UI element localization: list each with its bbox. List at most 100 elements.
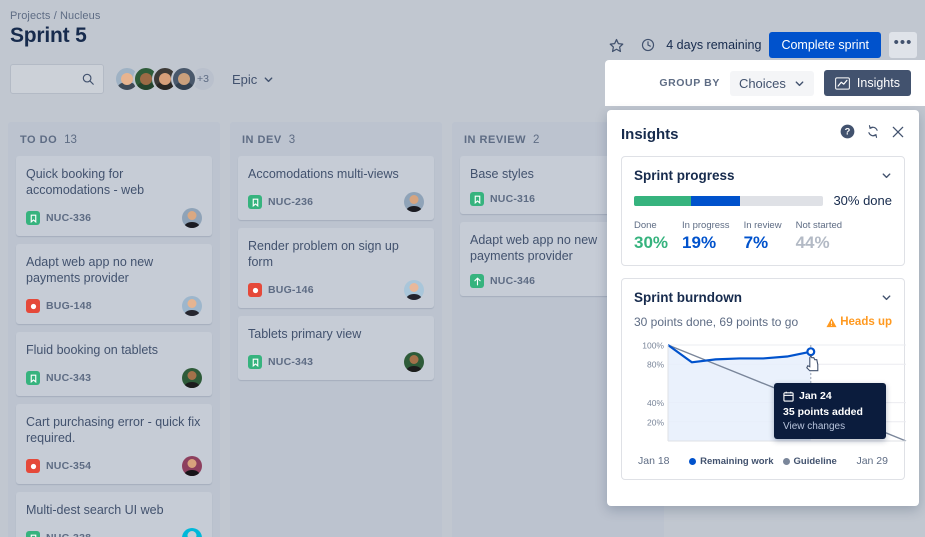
issue-key[interactable]: NUC-316 [490,193,535,205]
chevron-down-icon[interactable] [881,292,892,303]
sprint-burndown-title: Sprint burndown [634,290,742,305]
chevron-down-icon [794,78,805,89]
card-avatar[interactable] [404,280,424,300]
progress-segment-in-progress [691,196,740,206]
card-footer: BUG-148 [26,296,202,316]
sprint-progress-header[interactable]: Sprint progress [634,168,892,183]
card-avatar[interactable] [404,352,424,372]
column-count: 13 [64,134,77,146]
stat-label: In progress [682,220,730,231]
chart-tooltip: Jan 24 35 points added View changes [774,383,886,439]
issue-key[interactable]: BUG-146 [268,284,314,296]
issue-key[interactable]: NUC-354 [46,460,91,472]
issue-key[interactable]: NUC-346 [490,275,535,287]
issue-key[interactable]: NUC-336 [46,212,91,224]
search-icon [81,72,95,86]
epic-filter-label: Epic [232,72,257,87]
sprint-burndown-header[interactable]: Sprint burndown [634,290,892,305]
board-card[interactable]: Multi-dest search UI web NUC-338 [16,492,212,537]
avatar[interactable] [171,66,197,92]
group-by-label: GROUP BY [659,77,720,89]
card-title: Fluid booking on tablets [26,342,202,358]
board-card[interactable]: Quick booking for accomodations - web NUC… [16,156,212,236]
close-icon[interactable] [891,125,905,144]
burndown-chart[interactable]: 100%80%40%20% Jan 24 35 points added Vie… [634,335,892,453]
insights-button-label: Insights [857,76,900,90]
more-actions-button[interactable]: ••• [889,32,917,58]
x-axis-start-label: Jan 18 [638,455,670,467]
card-footer: NUC-336 [26,208,202,228]
tooltip-view-changes-link[interactable]: View changes [783,421,877,432]
insights-panel-actions: ? [840,124,905,144]
card-meta: BUG-148 [26,299,92,313]
assignee-avatar-group[interactable]: +3 [114,66,216,92]
board-card[interactable]: Fluid booking on tablets NUC-343 [16,332,212,396]
card-avatar[interactable] [404,192,424,212]
card-meta: NUC-336 [26,211,91,225]
card-title: Quick booking for accomodations - web [26,166,202,198]
breadcrumb[interactable]: Projects / Nucleus [10,10,100,22]
sprint-board-app: Projects / Nucleus Sprint 5 4 days remai… [0,0,925,537]
card-footer: NUC-338 [26,528,202,537]
stat-label: Not started [796,220,842,231]
board-card[interactable]: Render problem on sign up form BUG-146 [238,228,434,308]
refresh-icon[interactable] [866,124,880,144]
issue-type-story-icon [248,195,262,209]
card-meta: NUC-338 [26,531,91,537]
legend-dot [783,458,790,465]
sprint-progress-card: Sprint progress 30% done Done30%In progr… [621,156,905,266]
stat-value: 30% [634,233,668,253]
issue-key[interactable]: BUG-148 [46,300,92,312]
complete-sprint-button[interactable]: Complete sprint [769,32,881,58]
board-card[interactable]: Accomodations multi-views NUC-236 [238,156,434,220]
board-toolbar: +3 Epic [10,64,280,94]
board-card[interactable]: Adapt web app no new payments provider BU… [16,244,212,324]
chevron-down-icon [263,74,274,85]
progress-summary-label: 30% done [833,193,892,208]
stat-not-started: Not started44% [796,220,842,253]
group-by-value: Choices [739,76,786,91]
card-title: Render problem on sign up form [248,238,424,270]
chevron-down-icon[interactable] [881,170,892,181]
card-title: Adapt web app no new payments provider [26,254,202,286]
card-avatar[interactable] [182,456,202,476]
card-avatar[interactable] [182,296,202,316]
board-card[interactable]: Tablets primary viewNUC-343 [238,316,434,380]
issue-key[interactable]: NUC-338 [46,532,91,537]
search-input[interactable] [10,64,104,94]
card-title: Cart purchasing error - quick fix requir… [26,414,202,446]
issue-type-story-icon [470,192,484,206]
x-axis-end-label: Jan 29 [856,455,888,467]
chart-footer: Jan 18 Remaining workGuideline Jan 29 [634,455,892,467]
header-actions: 4 days remaining Complete sprint ••• [604,32,917,58]
board-card[interactable]: Cart purchasing error - quick fix requir… [16,404,212,484]
issue-key[interactable]: NUC-343 [268,356,313,368]
insights-toggle-button[interactable]: Insights [824,70,911,96]
burndown-points-summary: 30 points done, 69 points to go [634,315,798,329]
card-avatar[interactable] [182,208,202,228]
help-circle-icon[interactable]: ? [840,124,855,144]
card-avatar[interactable] [182,528,202,537]
insights-panel-header: Insights ? [621,124,905,144]
group-by-dropdown[interactable]: Choices [730,71,814,96]
issue-type-bug-icon [26,299,40,313]
issue-type-improvement-icon [470,274,484,288]
heads-up-warning[interactable]: Heads up [826,316,892,328]
card-title: Accomodations multi-views [248,166,424,182]
card-title: Multi-dest search UI web [26,502,202,518]
card-avatar[interactable] [182,368,202,388]
epic-filter-dropdown[interactable]: Epic [226,68,280,91]
legend-dot [689,458,696,465]
stat-label: In review [744,220,782,231]
tooltip-date: Jan 24 [799,390,832,402]
column-title: IN DEV [242,134,282,146]
svg-text:40%: 40% [647,398,664,408]
issue-key[interactable]: NUC-236 [268,196,313,208]
tooltip-points: 35 points added [783,406,877,418]
column-title: IN REVIEW [464,134,526,146]
issue-key[interactable]: NUC-343 [46,372,91,384]
legend-label: Remaining work [700,456,773,467]
insights-toolbar: GROUP BY Choices Insights [605,60,925,106]
star-icon[interactable] [604,33,628,57]
card-footer: BUG-146 [248,280,424,300]
